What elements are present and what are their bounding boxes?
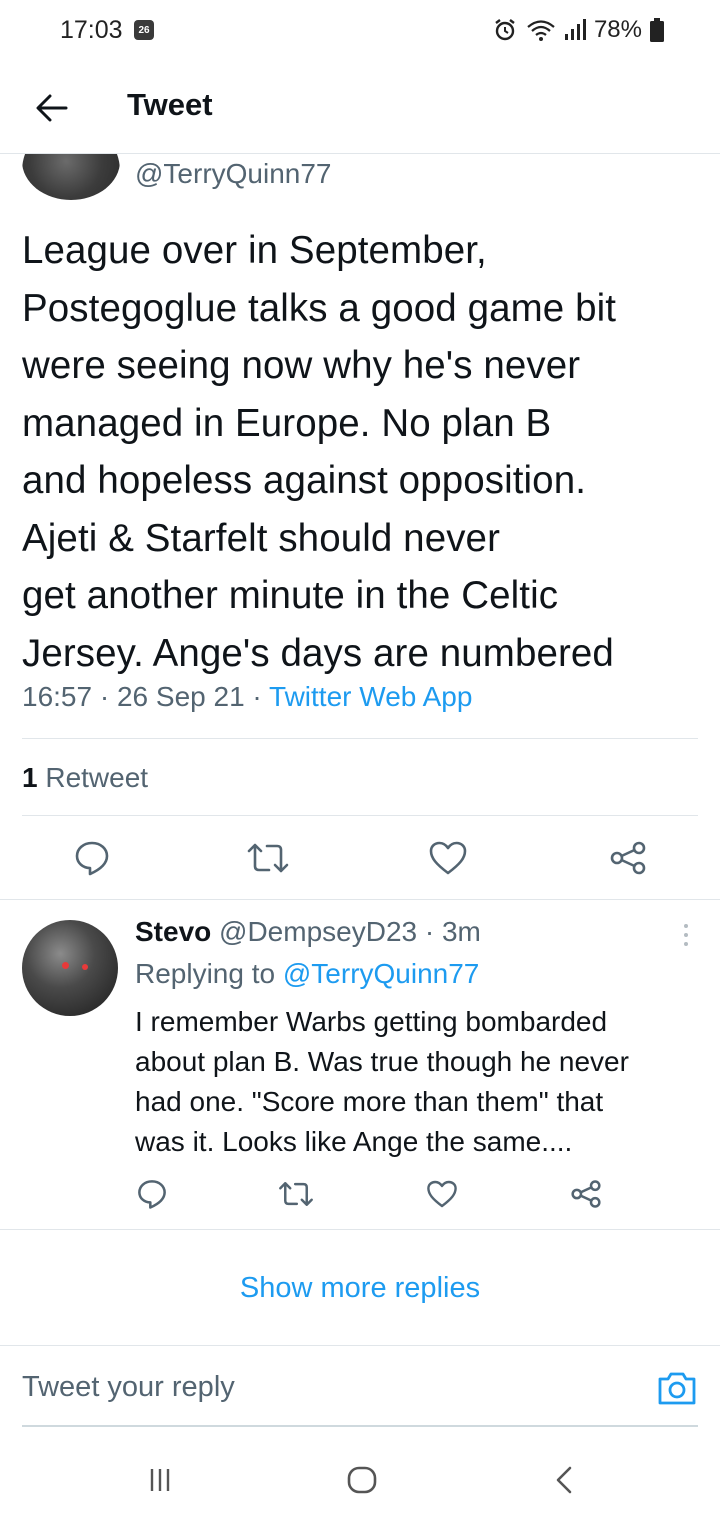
reply-more-button[interactable] [672,918,700,952]
retweet-count-label: Retweet [45,762,149,793]
reply-composer [0,1347,720,1427]
battery-icon [650,18,664,42]
camera-icon [658,1372,696,1405]
back-button[interactable] [30,86,74,130]
retweet-icon [279,1182,313,1206]
reply-input[interactable] [22,1347,642,1427]
alarm-icon [492,17,518,43]
replying-to-label: Replying to [135,958,276,989]
reply-text: I remember Warbs getting bombarded about… [135,1006,629,1157]
heart-icon [429,841,467,875]
home-icon [347,1466,377,1494]
page-title: Tweet [127,87,213,122]
status-icons: 78% [492,16,664,44]
signal-icon [564,18,586,42]
tweet-actions [0,828,720,888]
wifi-icon [526,18,556,42]
reply-share-button[interactable] [568,1174,604,1214]
tweet-meta: 16:57 · 26 Sep 21 · Twitter Web App [22,681,473,712]
recents-icon [150,1469,170,1491]
tweet-time: 16:57 [22,681,93,712]
tweet-date: 26 Sep 21 [116,681,245,712]
reply-retweet-button[interactable] [276,1174,316,1214]
divider [22,738,698,739]
system-nav-bar [0,1430,720,1520]
retweet-count-number: 1 [22,762,38,793]
arrow-left-icon [36,94,68,122]
retweet-icon [247,843,289,873]
replying-to: Replying to @TerryQuinn77 [135,958,479,990]
divider [0,1229,720,1230]
home-button[interactable] [332,1460,392,1500]
status-time: 17:03 [60,16,123,44]
reply-header: Stevo @DempseyD23 · 3m [135,916,481,947]
status-bar: 17:03 26 78% [0,0,720,62]
reply-like-button[interactable] [424,1174,460,1214]
divider [0,899,720,900]
replying-to-handle[interactable]: @TerryQuinn77 [283,958,480,989]
divider [22,815,698,816]
show-more-replies-button[interactable]: Show more replies [0,1232,720,1344]
share-icon [610,841,646,875]
recents-button[interactable] [130,1460,190,1500]
nav-back-button[interactable] [534,1460,594,1500]
reply-actions [0,1172,720,1216]
calendar-icon: 26 [134,20,154,40]
reply-avatar[interactable] [22,920,118,1016]
comment-icon [75,841,109,876]
camera-button[interactable] [656,1369,698,1409]
retweet-button[interactable] [244,836,292,880]
top-app-bar: Tweet [0,62,720,154]
reply-age: 3m [441,916,481,947]
battery-percent: 78% [593,16,642,43]
like-button[interactable] [426,836,470,880]
retweet-count[interactable]: 1 Retweet [22,762,148,794]
composer-underline [22,1425,698,1427]
author-handle[interactable]: @TerryQuinn77 [135,158,332,190]
reply-author-name[interactable]: Stevo [135,916,211,947]
reply-button[interactable] [70,836,114,880]
divider [0,1345,720,1346]
tweet-source-link[interactable]: Twitter Web App [269,681,472,712]
reply-reply-button[interactable] [134,1174,170,1214]
comment-icon [138,1180,166,1209]
share-button[interactable] [606,836,650,880]
heart-icon [427,1180,457,1208]
reply-author-handle[interactable]: @DempseyD23 [219,916,417,947]
tweet-text: League over in September, Postegoglue ta… [22,229,617,675]
share-icon [571,1180,601,1208]
nav-back-icon [556,1466,572,1494]
